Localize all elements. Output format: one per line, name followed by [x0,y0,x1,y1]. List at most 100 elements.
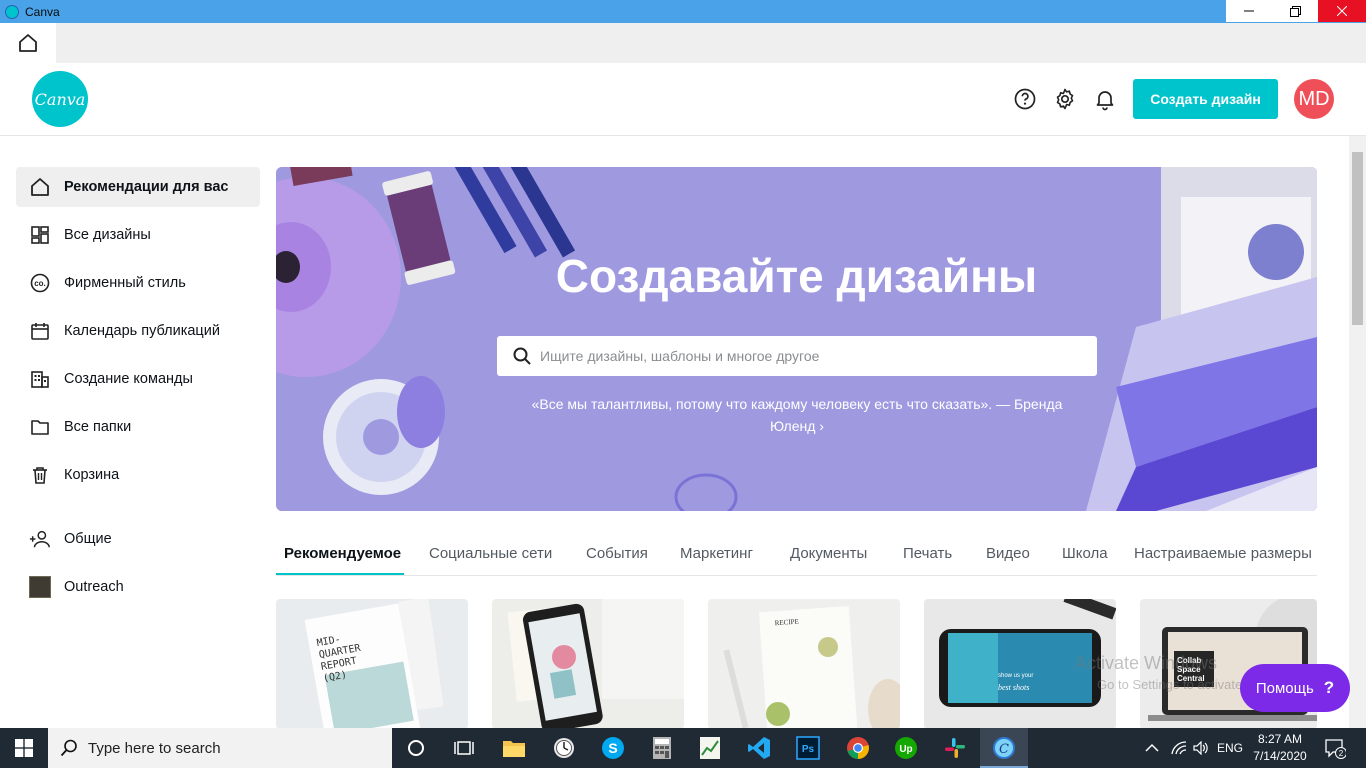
close-button[interactable] [1318,0,1366,22]
cortana-button[interactable] [392,728,440,768]
svg-text:co.: co. [34,279,46,288]
home-icon [29,176,51,198]
sidebar-item-label: Календарь публикаций [64,323,220,339]
clock-app[interactable] [540,728,588,768]
team-thumbnail [29,576,51,598]
language-indicator[interactable]: ENG [1217,741,1243,755]
app-header: Canva Создать дизайн MD [0,63,1366,136]
photoshop-app[interactable]: Ps [784,728,832,768]
upwork-icon: Up [895,737,917,759]
clock-icon [554,738,574,758]
task-view-icon [454,741,474,755]
sidebar-item-all-designs[interactable]: Все дизайны [16,215,260,255]
sidebar-item-create-team[interactable]: Создание команды [16,359,260,399]
photoshop-icon: Ps [796,736,820,760]
canva-app-icon [5,4,19,19]
vscode-app[interactable] [735,728,783,768]
minimize-button[interactable] [1226,0,1272,22]
chrome-icon [847,737,869,759]
task-view-button[interactable] [440,728,488,768]
report-thumbnail: MID- QUARTER REPORT (Q2) [276,599,468,729]
sidebar-item-label: Все дизайны [64,227,151,243]
sidebar-item-label: Общие [64,531,112,547]
create-design-button[interactable]: Создать дизайн [1133,79,1278,119]
sidebar-item-recommended[interactable]: Рекомендации для вас [16,167,260,207]
svg-text:best shots: best shots [998,683,1029,692]
tab-events[interactable]: События [586,545,648,562]
template-card[interactable]: MID- QUARTER REPORT (Q2) [276,599,468,729]
scrollbar-thumb[interactable] [1352,152,1363,325]
window-title: Canva [25,4,60,19]
canva-logo[interactable]: Canva [32,71,88,127]
windows-logo-icon [15,739,33,757]
home-tab[interactable] [0,23,56,63]
tab-marketing[interactable]: Маркетинг [680,545,753,562]
svg-text:Ps: Ps [802,744,815,755]
folder-icon [29,416,51,438]
svg-text:S: S [608,740,617,756]
design-search-input[interactable] [540,344,1080,368]
windows-taskbar: Type here to search S Ps Up C ENG 8:27 A… [0,728,1366,768]
calendar-icon [29,320,51,342]
wifi-icon[interactable] [1171,741,1187,755]
calculator-app[interactable] [638,728,686,768]
inspiration-quote[interactable]: «Все мы талантливы, потому что каждому ч… [497,393,1097,437]
svg-text:RECIPE: RECIPE [774,618,799,628]
upwork-app[interactable]: Up [882,728,930,768]
taskbar-search-box[interactable]: Type here to search [48,728,392,768]
template-card[interactable]: RECIPE [708,599,900,729]
tab-featured[interactable]: Рекомендуемое [284,545,401,562]
tab-video[interactable]: Видео [986,545,1030,562]
canva-taskbar-app[interactable]: C [980,728,1028,768]
tab-school[interactable]: Школа [1062,545,1108,562]
custom-sizes-link[interactable]: Настраиваемые размеры [1134,545,1312,562]
start-button[interactable] [0,728,48,768]
svg-text:Up: Up [899,744,912,755]
phone-social-thumbnail [492,599,684,729]
sidebar-item-label: Все папки [64,419,132,435]
sidebar-item-label: Корзина [64,467,120,483]
hero-banner: Создавайте дизайны «Все мы талантливы, п… [276,167,1317,511]
sidebar-item-outreach[interactable]: Outreach [16,567,260,607]
calculator-icon [653,737,671,759]
skype-icon: S [602,737,624,759]
active-tab-underline [276,573,404,575]
design-search-box[interactable] [497,336,1097,376]
spreadsheet-app[interactable] [686,728,734,768]
slack-app[interactable] [931,728,979,768]
system-tray: ENG [1145,728,1243,768]
trash-icon [29,464,51,486]
action-center-button[interactable]: 2 [1324,728,1346,768]
quote-line-1: «Все мы талантливы, потому что каждому ч… [531,396,1063,412]
chevron-up-icon[interactable] [1145,743,1159,753]
restore-button[interactable] [1272,0,1318,22]
home-icon [19,34,37,52]
sidebar-item-brand-kit[interactable]: co. Фирменный стиль [16,263,260,303]
volume-icon[interactable] [1193,741,1209,755]
user-avatar[interactable]: MD [1294,79,1334,119]
taskbar-search-text: Type here to search [88,739,221,757]
sidebar-item-trash[interactable]: Корзина [16,455,260,495]
canva-icon: C [993,737,1015,759]
cortana-circle-icon [408,740,424,756]
help-button[interactable]: Помощь ? [1240,664,1350,712]
sidebar-item-label: Outreach [64,579,124,595]
tab-documents[interactable]: Документы [790,545,867,562]
help-label: Помощь [1255,679,1314,697]
tab-print[interactable]: Печать [903,545,952,562]
taskbar-clock[interactable]: 8:27 AM 7/14/2020 [1250,731,1310,765]
file-explorer-app[interactable] [490,728,538,768]
sidebar-item-all-folders[interactable]: Все папки [16,407,260,447]
notifications-button[interactable] [1093,87,1117,111]
tab-social-media[interactable]: Социальные сети [429,545,552,562]
template-card[interactable] [492,599,684,729]
chrome-app[interactable] [834,728,882,768]
skype-app[interactable]: S [589,728,637,768]
sidebar-item-content-planner[interactable]: Календарь публикаций [16,311,260,351]
notification-count: 2 [1339,749,1344,758]
close-icon [1337,6,1347,16]
activation-watermark: Activate Windows [1075,653,1218,673]
sidebar-item-shared[interactable]: Общие [16,519,260,559]
settings-button[interactable] [1053,87,1077,111]
help-circle-button[interactable] [1013,87,1037,111]
